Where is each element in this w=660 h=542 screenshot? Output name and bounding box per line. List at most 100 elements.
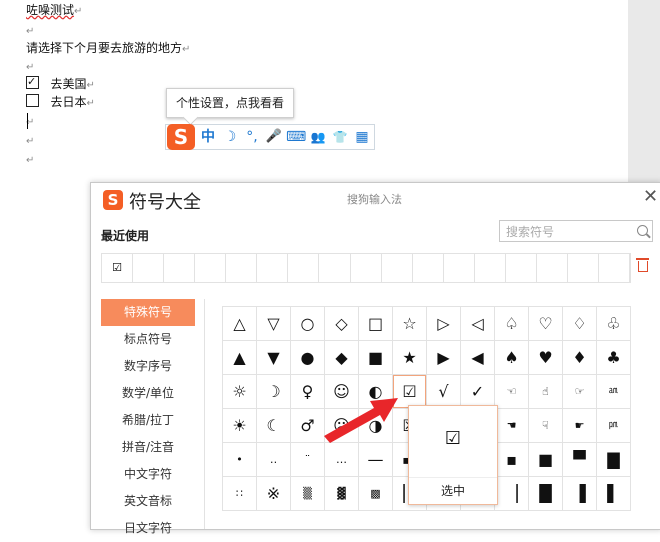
- symbol-cell[interactable]: ※: [257, 477, 291, 511]
- symbol-cell[interactable]: ☛: [563, 409, 597, 443]
- user-icon[interactable]: 👥: [308, 128, 328, 146]
- symbol-cell[interactable]: ♤: [495, 307, 529, 341]
- symbol-cell[interactable]: ♠: [495, 341, 529, 375]
- checkbox-checked-icon[interactable]: [26, 74, 39, 90]
- recent-symbol-cell[interactable]: [351, 254, 382, 282]
- symbol-cell[interactable]: •: [223, 443, 257, 477]
- recent-symbol-cell[interactable]: [444, 254, 475, 282]
- recent-symbol-cell[interactable]: [133, 254, 165, 282]
- ime-toolbar[interactable]: S 中 ☽ °, 🎤 ⌨ 👥 👕 ▦: [165, 124, 375, 150]
- moon-icon[interactable]: ☽: [220, 128, 240, 146]
- symbol-cell[interactable]: ■: [529, 443, 563, 477]
- symbol-cell[interactable]: ▒: [291, 477, 325, 511]
- symbol-cell[interactable]: ☾: [257, 409, 291, 443]
- recent-symbol-cell[interactable]: [257, 254, 289, 282]
- symbol-cell[interactable]: ♧: [597, 307, 631, 341]
- search-icon[interactable]: [637, 225, 648, 236]
- symbol-cell[interactable]: ▓: [325, 477, 359, 511]
- symbol-cell[interactable]: ☟: [529, 409, 563, 443]
- symbol-cell[interactable]: ♥: [529, 341, 563, 375]
- symbol-cell[interactable]: ☀: [223, 409, 257, 443]
- symbol-cell[interactable]: ☝: [529, 375, 563, 409]
- symbol-cell[interactable]: ∷: [223, 477, 257, 511]
- symbol-cell[interactable]: △: [223, 307, 257, 341]
- category-item[interactable]: 拼音/注音: [101, 434, 195, 461]
- recent-symbol-cell[interactable]: [288, 254, 320, 282]
- symbol-cell[interactable]: ☞: [563, 375, 597, 409]
- symbol-cell[interactable]: ■: [359, 341, 393, 375]
- close-icon[interactable]: ✕: [643, 186, 658, 207]
- recent-symbol-cell[interactable]: [537, 254, 568, 282]
- category-item[interactable]: 特殊符号: [101, 299, 195, 326]
- symbol-cell[interactable]: ○: [291, 307, 325, 341]
- symbol-preview-popup[interactable]: ☑ 选中: [408, 405, 498, 505]
- recent-symbol-cell[interactable]: [506, 254, 537, 282]
- symbol-cell[interactable]: —: [359, 443, 393, 477]
- symbol-cell[interactable]: ☜: [495, 375, 529, 409]
- recent-symbol-cell[interactable]: [195, 254, 227, 282]
- symbol-cell[interactable]: ▩: [359, 477, 393, 511]
- symbol-cell[interactable]: ▷: [427, 307, 461, 341]
- sogou-logo-icon[interactable]: S: [167, 124, 195, 150]
- symbol-cell[interactable]: ‥: [257, 443, 291, 477]
- recent-symbol-cell[interactable]: ☑: [102, 254, 134, 282]
- symbol-cell[interactable]: ◀: [461, 341, 495, 375]
- category-item[interactable]: 日文字符: [101, 515, 195, 542]
- symbol-cell[interactable]: ㏂: [597, 375, 631, 409]
- recent-symbol-cell[interactable]: [164, 254, 196, 282]
- trash-icon[interactable]: [636, 258, 649, 272]
- symbol-cell[interactable]: ▲: [223, 341, 257, 375]
- symbol-cell[interactable]: ▌: [597, 477, 631, 511]
- recent-symbol-cell[interactable]: [568, 254, 599, 282]
- symbol-cell[interactable]: ◆: [325, 341, 359, 375]
- symbol-cell[interactable]: ¨: [291, 443, 325, 477]
- recent-symbol-cell[interactable]: [226, 254, 258, 282]
- symbol-search-input[interactable]: 搜索符号: [499, 220, 653, 242]
- symbol-cell[interactable]: ☽: [257, 375, 291, 409]
- symbol-cell[interactable]: ▀: [563, 443, 597, 477]
- recent-symbol-cell[interactable]: [319, 254, 351, 282]
- category-item[interactable]: 数字序号: [101, 353, 195, 380]
- symbol-cell[interactable]: ●: [291, 341, 325, 375]
- symbol-cell[interactable]: ▪: [495, 443, 529, 477]
- symbol-cell[interactable]: ♦: [563, 341, 597, 375]
- symbol-cell[interactable]: ▽: [257, 307, 291, 341]
- symbol-cell[interactable]: ▼: [257, 341, 291, 375]
- symbol-cell[interactable]: ♣: [597, 341, 631, 375]
- symbol-cell[interactable]: ▶: [427, 341, 461, 375]
- symbol-cell[interactable]: ☆: [393, 307, 427, 341]
- symbol-cell[interactable]: ★: [393, 341, 427, 375]
- recent-symbol-cell[interactable]: [382, 254, 413, 282]
- select-button[interactable]: 选中: [409, 477, 497, 504]
- symbol-cell[interactable]: ㏘: [597, 409, 631, 443]
- recent-symbol-cell[interactable]: [599, 254, 631, 282]
- symbol-cell[interactable]: ◇: [325, 307, 359, 341]
- recent-symbol-cell[interactable]: [413, 254, 444, 282]
- keyboard-icon[interactable]: ⌨: [286, 128, 306, 146]
- checkbox-empty-icon[interactable]: [26, 94, 39, 107]
- symbol-cell[interactable]: ♡: [529, 307, 563, 341]
- symbol-cell[interactable]: …: [325, 443, 359, 477]
- symbol-cell[interactable]: ▕: [495, 477, 529, 511]
- recent-symbol-cell[interactable]: [475, 254, 506, 282]
- category-item[interactable]: 标点符号: [101, 326, 195, 353]
- symbol-cell[interactable]: ☼: [223, 375, 257, 409]
- symbol-cell[interactable]: □: [359, 307, 393, 341]
- symbol-cell[interactable]: ☚: [495, 409, 529, 443]
- category-item[interactable]: 英文音标: [101, 488, 195, 515]
- symbol-cell[interactable]: █: [529, 477, 563, 511]
- category-item[interactable]: 希腊/拉丁: [101, 407, 195, 434]
- microphone-icon[interactable]: 🎤: [264, 128, 284, 146]
- symbol-cell[interactable]: ♢: [563, 307, 597, 341]
- toolbox-icon[interactable]: ▦: [352, 128, 372, 146]
- symbol-cell[interactable]: ✓: [461, 375, 495, 409]
- symbol-cell[interactable]: ▐: [563, 477, 597, 511]
- chinese-mode-icon[interactable]: 中: [198, 128, 218, 146]
- skin-icon[interactable]: 👕: [330, 128, 350, 146]
- symbol-cell[interactable]: √: [427, 375, 461, 409]
- category-item[interactable]: 中文字符: [101, 461, 195, 488]
- symbol-cell[interactable]: ▇: [597, 443, 631, 477]
- punctuation-icon[interactable]: °,: [242, 128, 262, 146]
- symbol-cell[interactable]: ◁: [461, 307, 495, 341]
- category-item[interactable]: 数学/单位: [101, 380, 195, 407]
